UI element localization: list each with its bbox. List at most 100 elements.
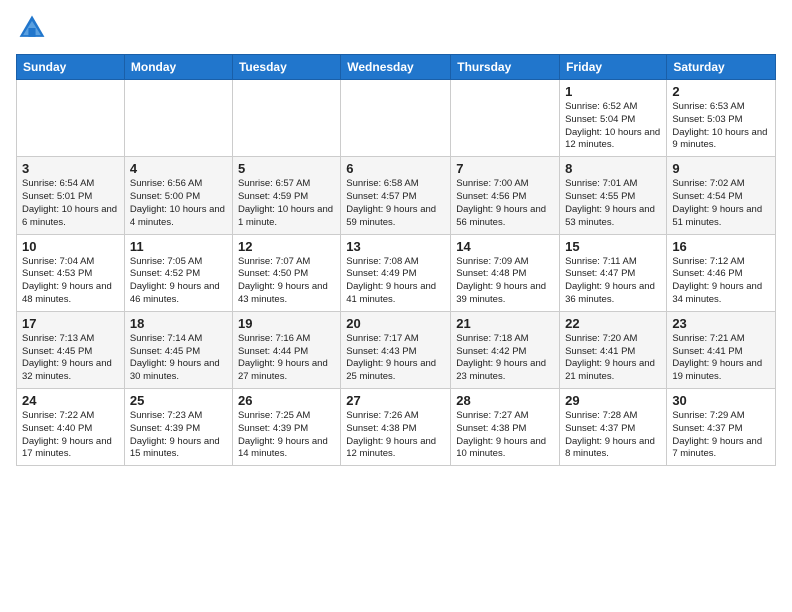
- calendar-table: SundayMondayTuesdayWednesdayThursdayFrid…: [16, 54, 776, 466]
- day-number: 5: [238, 161, 335, 176]
- calendar-container: SundayMondayTuesdayWednesdayThursdayFrid…: [0, 0, 792, 474]
- day-cell: 17Sunrise: 7:13 AM Sunset: 4:45 PM Dayli…: [17, 311, 125, 388]
- day-info: Sunrise: 7:09 AM Sunset: 4:48 PM Dayligh…: [456, 256, 554, 307]
- day-number: 27: [346, 393, 445, 408]
- day-cell: 11 Sunrise: 7:05 AM Sunset: 4:52 PM Dayli…: [124, 234, 232, 311]
- day-number: 3: [22, 161, 119, 176]
- day-number: 9: [672, 161, 770, 176]
- week-row-1: 1 Sunrise: 6:52 AM Sunset: 5:04 PM Daylig…: [17, 80, 776, 157]
- week-row-4: 17Sunrise: 7:13 AM Sunset: 4:45 PM Dayli…: [17, 311, 776, 388]
- day-info: Sunrise: 7:01 AM Sunset: 4:55 PM Dayligh…: [565, 178, 661, 229]
- day-cell: 20 Sunrise: 7:17 AM Sunset: 4:43 PM Dayli…: [341, 311, 451, 388]
- day-cell: 15 Sunrise: 7:11 AM Sunset: 4:47 PM Dayli…: [560, 234, 667, 311]
- day-info: Sunrise: 7:20 AM Sunset: 4:41 PM Dayligh…: [565, 333, 661, 384]
- week-row-5: 24Sunrise: 7:22 AM Sunset: 4:40 PM Dayli…: [17, 389, 776, 466]
- day-cell: 21 Sunrise: 7:18 AM Sunset: 4:42 PM Dayli…: [451, 311, 560, 388]
- day-number: 23: [672, 316, 770, 331]
- day-cell: 24Sunrise: 7:22 AM Sunset: 4:40 PM Dayli…: [17, 389, 125, 466]
- day-info: Sunrise: 7:23 AM Sunset: 4:39 PM Dayligh…: [130, 410, 227, 461]
- day-cell: 13Sunrise: 7:08 AM Sunset: 4:49 PM Dayli…: [341, 234, 451, 311]
- day-cell: 12 Sunrise: 7:07 AM Sunset: 4:50 PM Dayli…: [232, 234, 340, 311]
- day-number: 12: [238, 239, 335, 254]
- day-info: Sunrise: 6:52 AM Sunset: 5:04 PM Dayligh…: [565, 101, 661, 152]
- day-info: Sunrise: 7:13 AM Sunset: 4:45 PM Dayligh…: [22, 333, 119, 384]
- day-cell: [341, 80, 451, 157]
- day-cell: 4Sunrise: 6:56 AM Sunset: 5:00 PM Daylig…: [124, 157, 232, 234]
- day-info: Sunrise: 7:00 AM Sunset: 4:56 PM Dayligh…: [456, 178, 554, 229]
- calendar-header: [16, 12, 776, 44]
- day-number: 18: [130, 316, 227, 331]
- day-cell: [17, 80, 125, 157]
- day-info: Sunrise: 6:58 AM Sunset: 4:57 PM Dayligh…: [346, 178, 445, 229]
- day-cell: 1 Sunrise: 6:52 AM Sunset: 5:04 PM Daylig…: [560, 80, 667, 157]
- day-cell: 29 Sunrise: 7:28 AM Sunset: 4:37 PM Dayli…: [560, 389, 667, 466]
- day-number: 20: [346, 316, 445, 331]
- day-info: Sunrise: 7:16 AM Sunset: 4:44 PM Dayligh…: [238, 333, 335, 384]
- day-number: 11: [130, 239, 227, 254]
- col-header-tuesday: Tuesday: [232, 55, 340, 80]
- day-cell: [124, 80, 232, 157]
- day-info: Sunrise: 7:29 AM Sunset: 4:37 PM Dayligh…: [672, 410, 770, 461]
- day-number: 6: [346, 161, 445, 176]
- day-number: 19: [238, 316, 335, 331]
- day-number: 14: [456, 239, 554, 254]
- day-cell: 30 Sunrise: 7:29 AM Sunset: 4:37 PM Dayli…: [667, 389, 776, 466]
- day-info: Sunrise: 6:57 AM Sunset: 4:59 PM Dayligh…: [238, 178, 335, 229]
- day-number: 24: [22, 393, 119, 408]
- day-cell: 22Sunrise: 7:20 AM Sunset: 4:41 PM Dayli…: [560, 311, 667, 388]
- day-number: 7: [456, 161, 554, 176]
- logo-icon: [16, 12, 48, 44]
- day-info: Sunrise: 7:07 AM Sunset: 4:50 PM Dayligh…: [238, 256, 335, 307]
- day-info: Sunrise: 7:25 AM Sunset: 4:39 PM Dayligh…: [238, 410, 335, 461]
- day-number: 10: [22, 239, 119, 254]
- day-cell: 16 Sunrise: 7:12 AM Sunset: 4:46 PM Dayli…: [667, 234, 776, 311]
- header-row: SundayMondayTuesdayWednesdayThursdayFrid…: [17, 55, 776, 80]
- col-header-saturday: Saturday: [667, 55, 776, 80]
- col-header-thursday: Thursday: [451, 55, 560, 80]
- day-info: Sunrise: 7:12 AM Sunset: 4:46 PM Dayligh…: [672, 256, 770, 307]
- day-cell: 3Sunrise: 6:54 AM Sunset: 5:01 PM Daylig…: [17, 157, 125, 234]
- day-cell: 26Sunrise: 7:25 AM Sunset: 4:39 PM Dayli…: [232, 389, 340, 466]
- day-info: Sunrise: 6:53 AM Sunset: 5:03 PM Dayligh…: [672, 101, 770, 152]
- col-header-wednesday: Wednesday: [341, 55, 451, 80]
- day-info: Sunrise: 7:18 AM Sunset: 4:42 PM Dayligh…: [456, 333, 554, 384]
- day-cell: 28Sunrise: 7:27 AM Sunset: 4:38 PM Dayli…: [451, 389, 560, 466]
- day-number: 21: [456, 316, 554, 331]
- day-cell: 9 Sunrise: 7:02 AM Sunset: 4:54 PM Daylig…: [667, 157, 776, 234]
- day-info: Sunrise: 7:14 AM Sunset: 4:45 PM Dayligh…: [130, 333, 227, 384]
- day-number: 8: [565, 161, 661, 176]
- day-cell: [232, 80, 340, 157]
- day-info: Sunrise: 7:02 AM Sunset: 4:54 PM Dayligh…: [672, 178, 770, 229]
- day-info: Sunrise: 7:17 AM Sunset: 4:43 PM Dayligh…: [346, 333, 445, 384]
- day-number: 30: [672, 393, 770, 408]
- logo: [16, 12, 52, 44]
- day-number: 28: [456, 393, 554, 408]
- day-cell: 27 Sunrise: 7:26 AM Sunset: 4:38 PM Dayli…: [341, 389, 451, 466]
- day-cell: 25 Sunrise: 7:23 AM Sunset: 4:39 PM Dayli…: [124, 389, 232, 466]
- day-info: Sunrise: 7:08 AM Sunset: 4:49 PM Dayligh…: [346, 256, 445, 307]
- day-number: 15: [565, 239, 661, 254]
- day-cell: [451, 80, 560, 157]
- col-header-sunday: Sunday: [17, 55, 125, 80]
- day-cell: 8 Sunrise: 7:01 AM Sunset: 4:55 PM Daylig…: [560, 157, 667, 234]
- day-info: Sunrise: 7:11 AM Sunset: 4:47 PM Dayligh…: [565, 256, 661, 307]
- day-info: Sunrise: 7:05 AM Sunset: 4:52 PM Dayligh…: [130, 256, 227, 307]
- day-number: 16: [672, 239, 770, 254]
- day-cell: 10 Sunrise: 7:04 AM Sunset: 4:53 PM Dayli…: [17, 234, 125, 311]
- day-cell: 18 Sunrise: 7:14 AM Sunset: 4:45 PM Dayli…: [124, 311, 232, 388]
- day-info: Sunrise: 7:04 AM Sunset: 4:53 PM Dayligh…: [22, 256, 119, 307]
- week-row-2: 3Sunrise: 6:54 AM Sunset: 5:01 PM Daylig…: [17, 157, 776, 234]
- col-header-friday: Friday: [560, 55, 667, 80]
- day-number: 25: [130, 393, 227, 408]
- day-info: Sunrise: 7:21 AM Sunset: 4:41 PM Dayligh…: [672, 333, 770, 384]
- day-info: Sunrise: 7:28 AM Sunset: 4:37 PM Dayligh…: [565, 410, 661, 461]
- day-cell: 14 Sunrise: 7:09 AM Sunset: 4:48 PM Dayli…: [451, 234, 560, 311]
- day-number: 29: [565, 393, 661, 408]
- day-cell: 6 Sunrise: 6:58 AM Sunset: 4:57 PM Daylig…: [341, 157, 451, 234]
- day-cell: 5 Sunrise: 6:57 AM Sunset: 4:59 PM Daylig…: [232, 157, 340, 234]
- day-cell: 19 Sunrise: 7:16 AM Sunset: 4:44 PM Dayli…: [232, 311, 340, 388]
- day-cell: 23 Sunrise: 7:21 AM Sunset: 4:41 PM Dayli…: [667, 311, 776, 388]
- day-info: Sunrise: 7:26 AM Sunset: 4:38 PM Dayligh…: [346, 410, 445, 461]
- day-info: Sunrise: 6:56 AM Sunset: 5:00 PM Dayligh…: [130, 178, 227, 229]
- day-number: 1: [565, 84, 661, 99]
